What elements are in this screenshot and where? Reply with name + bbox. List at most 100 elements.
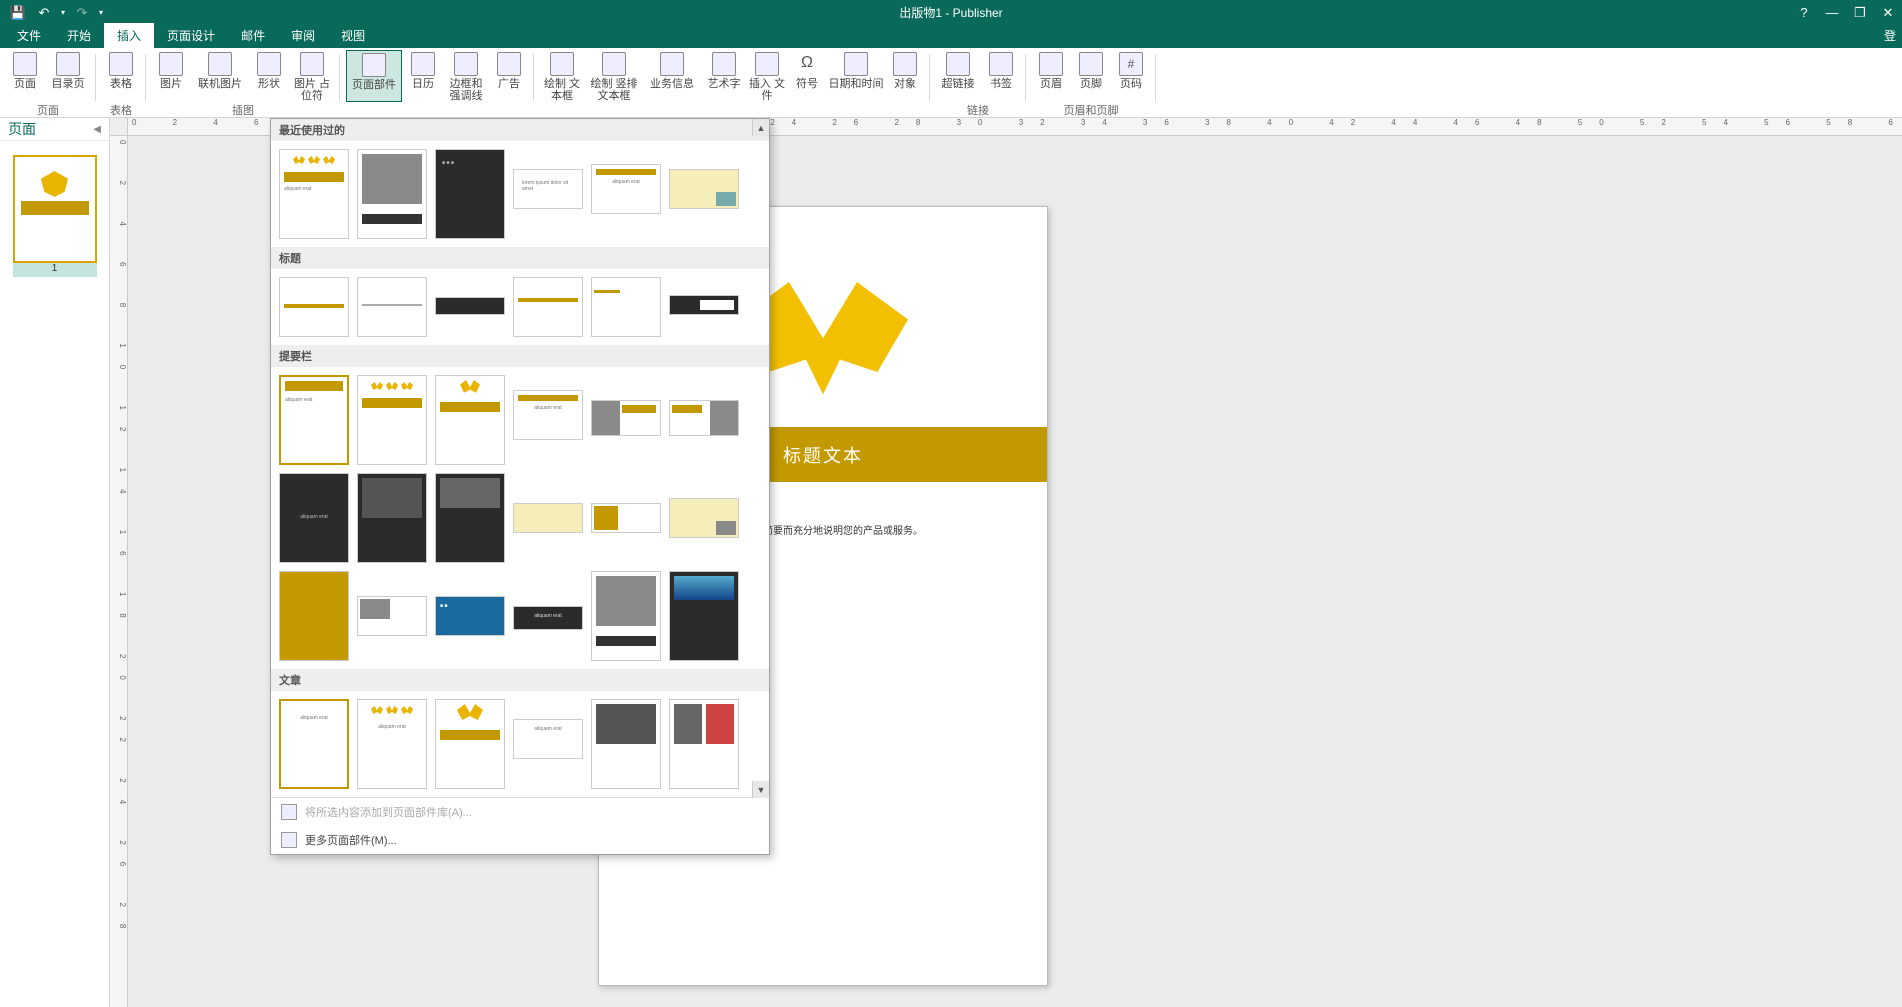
online-picture-button[interactable]: 联机图片 [192,50,248,102]
bookmark-button[interactable]: 书签 [982,50,1020,102]
gallery-item[interactable]: aliquam erat [279,375,349,465]
object-button[interactable]: 对象 [886,50,924,102]
gallery-item[interactable]: aliquam erat [513,606,583,630]
picture-button[interactable]: 图片 [152,50,190,102]
gallery-item[interactable] [357,375,427,465]
tab-insert[interactable]: 插入 [104,23,154,48]
insert-file-button[interactable]: 插入 文件 [748,50,786,102]
group-header-footer: 页眉 页脚 #页码 页眉和页脚 [1026,48,1156,117]
undo-button[interactable]: ↶ [32,2,56,24]
title-bar: 💾 ↶ ▾ ↷ ▾ 出版物1 - Publisher ? — ❐ ✕ [0,0,1902,25]
gallery-footer: 将所选内容添加到页面部件库(A)... 更多页面部件(M)... [271,797,769,854]
datetime-button[interactable]: 日期和时间 [828,50,884,102]
gallery-item[interactable] [513,277,583,337]
undo-dropdown[interactable]: ▾ [58,2,68,24]
page-thumbnail[interactable] [13,155,97,263]
placeholder-button[interactable]: 图片 占位符 [290,50,334,102]
gallery-item[interactable] [591,699,661,789]
close-button[interactable]: ✕ [1874,2,1902,24]
collapse-panel-icon[interactable]: ◀ [93,124,101,135]
business-info-button[interactable]: 业务信息 [644,50,700,102]
calendar-button[interactable]: 日历 [404,50,442,102]
page-panel-header: 页面 ◀ [0,118,109,141]
gallery-item[interactable]: aliquam erat [513,719,583,759]
border-accent-button[interactable]: 边框和 强调线 [444,50,488,102]
save-button[interactable]: 💾 [6,2,30,24]
gallery-item[interactable]: aliquam erat [591,164,661,214]
gallery-scroll-down[interactable]: ▼ [752,781,769,798]
section-articles: 文章 [271,669,769,691]
gallery-item[interactable] [357,277,427,337]
gallery-item[interactable]: aliquam erat [279,149,349,239]
title-bar-preview [21,201,89,215]
vertical-textbox-button[interactable]: 绘制 竖排文本框 [586,50,642,102]
gallery-item[interactable] [435,375,505,465]
gallery-item[interactable] [669,498,739,538]
tab-mail[interactable]: 邮件 [228,23,278,48]
minimize-button[interactable]: — [1818,2,1846,24]
gallery-item[interactable]: aliquam erat [279,473,349,563]
page-parts-button[interactable]: 页面部件 [346,50,402,102]
gallery-item[interactable] [591,400,661,436]
gallery-item[interactable] [669,295,739,315]
gallery-item[interactable] [435,473,505,563]
redo-button[interactable]: ↷ [70,2,94,24]
tab-file[interactable]: 文件 [4,23,54,48]
ribbon-tabs: 文件 开始 插入 页面设计 邮件 审阅 视图 登 [0,25,1902,48]
gallery-item[interactable] [669,571,739,661]
gallery-item[interactable] [669,400,739,436]
gallery-item[interactable] [357,149,427,239]
help-button[interactable]: ? [1790,2,1818,24]
group-illustrations: 图片 联机图片 形状 图片 占位符 插图 [146,48,340,117]
gallery-item[interactable] [669,699,739,789]
vertical-ruler: 0 2 4 6 8 10 12 14 16 18 20 22 24 26 28 [110,136,128,1007]
shapes-button[interactable]: 形状 [250,50,288,102]
butterfly-icon [38,171,72,197]
gallery-item[interactable] [435,699,505,789]
gallery-scroll-up[interactable]: ▲ [752,119,769,136]
gallery-item[interactable] [669,169,739,209]
section-recent: 最近使用过的 [271,119,769,141]
catalog-page-button[interactable]: 目录页 [46,50,90,102]
gallery-item[interactable] [357,473,427,563]
login-label[interactable]: 登 [1884,27,1896,44]
gallery-scroll-area[interactable]: 最近使用过的 aliquam erat ■ ■ ■ lorem ipsum do… [271,119,769,797]
footer-button[interactable]: 页脚 [1072,50,1110,102]
tab-review[interactable]: 审阅 [278,23,328,48]
gallery-item[interactable] [591,571,661,661]
gallery-item[interactable] [435,297,505,315]
page-button[interactable]: 页面 [6,50,44,102]
tab-design[interactable]: 页面设计 [154,23,228,48]
gallery-item[interactable] [279,277,349,337]
ribbon: 页面 目录页 页面 表格 表格 图片 联机图片 形状 图片 占位符 插图 页面部… [0,48,1902,118]
page-number-button[interactable]: #页码 [1112,50,1150,102]
gallery-item[interactable] [591,503,661,533]
group-table: 表格 表格 [96,48,146,117]
ads-button[interactable]: 广告 [490,50,528,102]
gallery-item[interactable] [357,596,427,636]
tab-view[interactable]: 视图 [328,23,378,48]
gallery-item[interactable]: ■ ■ ■ [435,149,505,239]
header-button[interactable]: 页眉 [1032,50,1070,102]
qat-customize[interactable]: ▾ [96,2,106,24]
page-thumbnail-list: 1 [0,141,109,291]
gallery-item[interactable]: aliquam erat [279,699,349,789]
table-button[interactable]: 表格 [102,50,140,102]
maximize-button[interactable]: ❐ [1846,2,1874,24]
gallery-item[interactable] [513,503,583,533]
hyperlink-button[interactable]: 超链接 [936,50,980,102]
section-pullquotes: 提要栏 [271,345,769,367]
gallery-item[interactable] [279,571,349,661]
textbox-button[interactable]: 绘制 文本框 [540,50,584,102]
gallery-item[interactable] [591,277,661,337]
more-page-parts-item[interactable]: 更多页面部件(M)... [271,826,769,854]
gallery-item[interactable]: aliquam erat [513,390,583,440]
window-title: 出版物1 - Publisher [899,4,1002,21]
gallery-item[interactable]: ■ ■ [435,596,505,636]
workspace: 页面 ◀ 1 0 2 4 6 8 10 12 14 16 18 20 22 24… [0,118,1902,1007]
gallery-item[interactable]: aliquam erat [357,699,427,789]
gallery-item[interactable]: lorem ipsum dolor sit amet [513,169,583,209]
wordart-button[interactable]: 艺术字 [702,50,746,102]
symbol-button[interactable]: Ω符号 [788,50,826,102]
tab-home[interactable]: 开始 [54,23,104,48]
